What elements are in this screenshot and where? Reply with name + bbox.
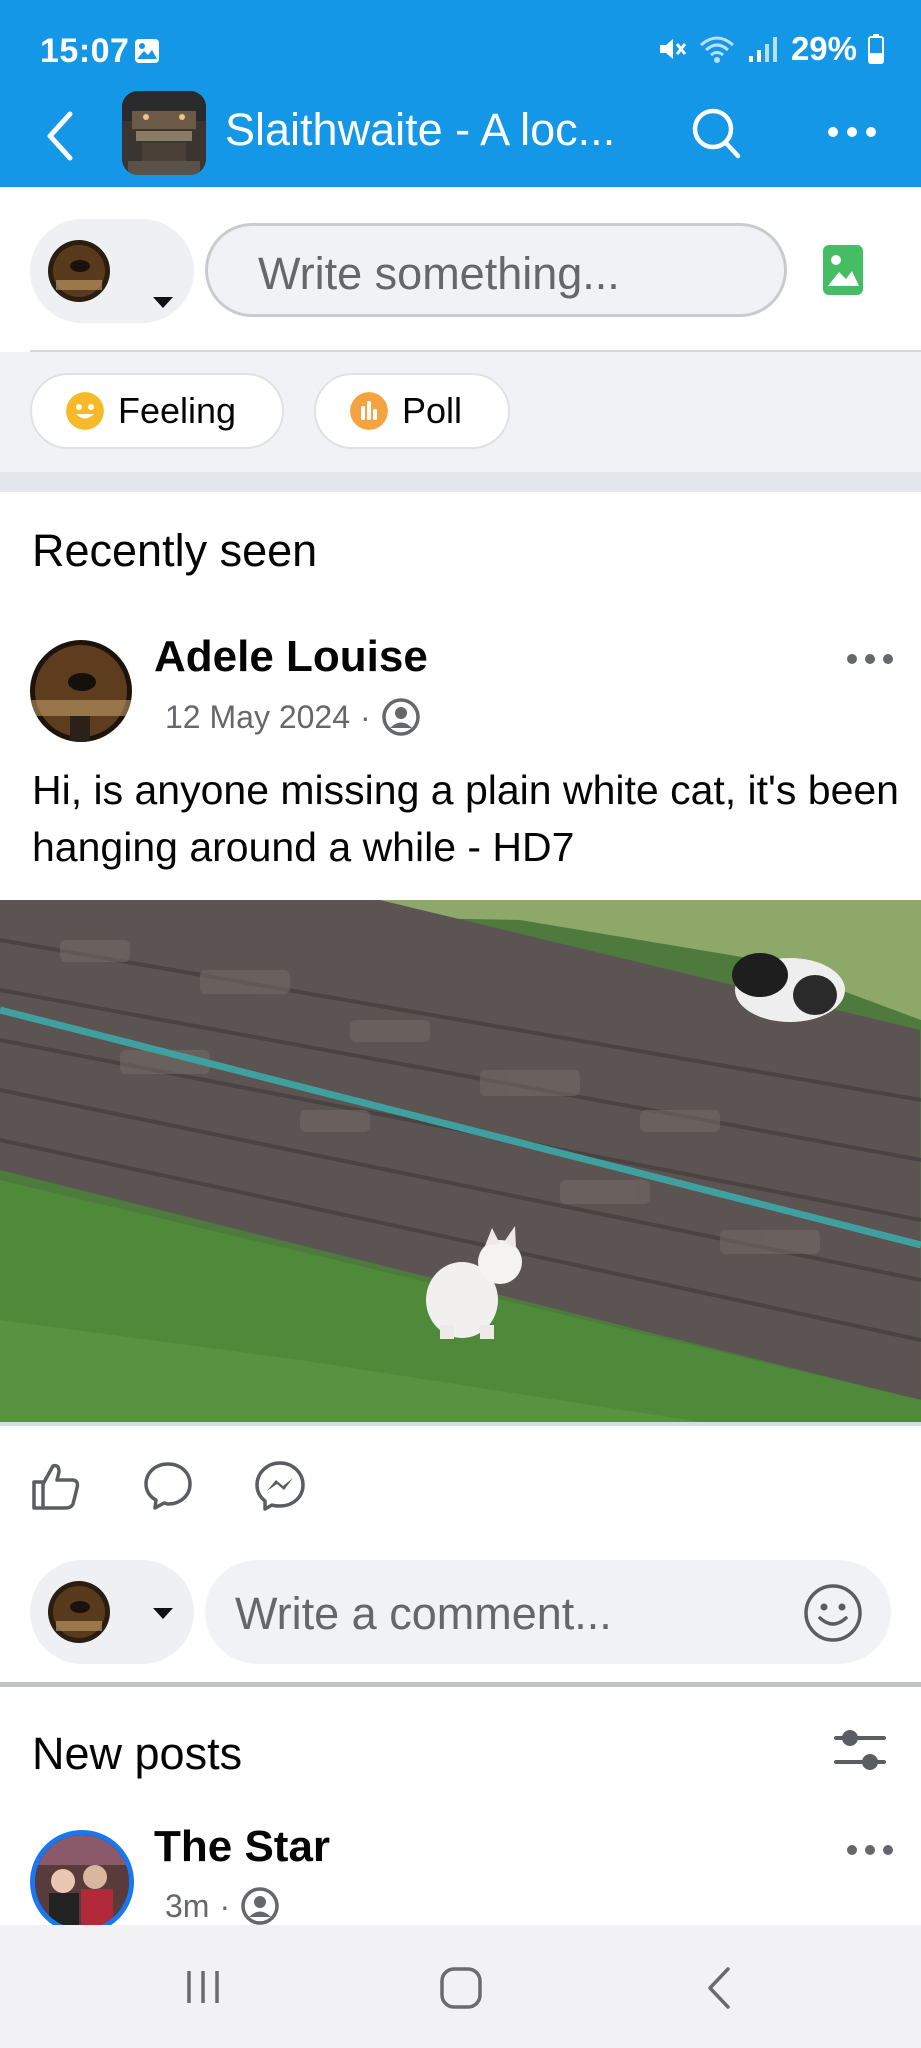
post-options-icon[interactable] [846, 652, 894, 666]
chevron-down-icon [153, 1608, 173, 1619]
post-meta: 12 May 2024 · [165, 697, 421, 737]
divider [0, 1682, 921, 1687]
comment-composer: Write a comment... [0, 1545, 921, 1685]
group-cover-image [122, 91, 206, 175]
group-title[interactable]: Slaithwaite - A loc... [225, 104, 615, 156]
recent-apps-icon[interactable] [183, 1967, 223, 2007]
search-icon[interactable] [690, 106, 742, 162]
new-posts-section: New posts The Star 3m · [0, 1690, 921, 1934]
status-time: 15:07 [40, 32, 130, 70]
post-meta: 3m · [165, 1886, 280, 1926]
composer-shortcuts: Feeling Poll [0, 352, 921, 472]
gallery-icon [135, 39, 159, 63]
system-nav-bar [0, 1925, 921, 2048]
battery-icon [868, 34, 884, 64]
group-members-icon [381, 698, 420, 736]
app-bar: Slaithwaite - A loc... [0, 86, 921, 186]
post-options-icon[interactable] [846, 1843, 894, 1857]
photo-icon[interactable] [822, 244, 864, 296]
post-author-name[interactable]: Adele Louise [154, 632, 428, 682]
cat-on-lawn-photo [0, 900, 921, 1422]
new-posts-heading: New posts [32, 1728, 243, 1779]
feeling-chip[interactable]: Feeling [30, 373, 284, 449]
comment-placeholder: Write a comment... [235, 1588, 612, 1639]
like-icon[interactable] [30, 1460, 82, 1512]
chevron-down-icon [153, 297, 173, 308]
filter-sliders-icon[interactable] [832, 1722, 888, 1778]
post-text: Hi, is anyone missing a plain white cat,… [32, 767, 899, 870]
post-date[interactable]: 12 May 2024 [165, 699, 350, 736]
emoji-icon[interactable] [802, 1582, 864, 1644]
mute-icon [659, 39, 687, 59]
messenger-icon[interactable] [254, 1460, 306, 1512]
avatar [48, 240, 110, 302]
comment-input[interactable]: Write a comment... [205, 1560, 891, 1664]
recently-seen-heading: Recently seen [32, 525, 318, 576]
home-icon[interactable] [438, 1965, 484, 2011]
write-something-input[interactable]: Write something... [205, 223, 787, 317]
meta-separator: · [360, 698, 371, 735]
poll-chip[interactable]: Poll [314, 373, 510, 449]
battery-percent: 29% [790, 30, 857, 67]
group-cover-thumbnail[interactable] [122, 91, 206, 175]
status-icons: 29% [657, 30, 885, 68]
back-arrow-icon[interactable] [40, 106, 80, 166]
poll-icon [350, 392, 388, 430]
post-author-avatar[interactable] [30, 640, 132, 742]
post-composer: Write something... [0, 187, 921, 352]
post-photo[interactable] [0, 900, 921, 1422]
profile-switcher[interactable] [30, 219, 194, 323]
post-time[interactable]: 3m [165, 1888, 209, 1925]
write-something-placeholder: Write something... [258, 248, 620, 299]
post-actions [0, 1430, 921, 1540]
divider [0, 1422, 921, 1426]
back-icon[interactable] [700, 1965, 740, 2011]
section-separator [0, 472, 921, 492]
top-app-header: 15:07 29% Slaithwaite - A loc... [0, 0, 921, 187]
post-author-avatar[interactable] [30, 1830, 134, 1934]
group-members-icon [241, 1887, 279, 1925]
more-horizontal-icon[interactable] [826, 122, 878, 142]
meta-separator: · [219, 1887, 231, 1924]
signal-icon [748, 37, 777, 62]
avatar [48, 1581, 110, 1643]
wifi-icon [699, 36, 734, 63]
comment-icon[interactable] [142, 1460, 194, 1512]
post-author-name[interactable]: The Star [154, 1822, 330, 1872]
smiley-icon [66, 392, 104, 430]
comment-profile-switcher[interactable] [30, 1560, 194, 1664]
poll-label: Poll [402, 390, 463, 431]
feeling-label: Feeling [118, 390, 237, 431]
